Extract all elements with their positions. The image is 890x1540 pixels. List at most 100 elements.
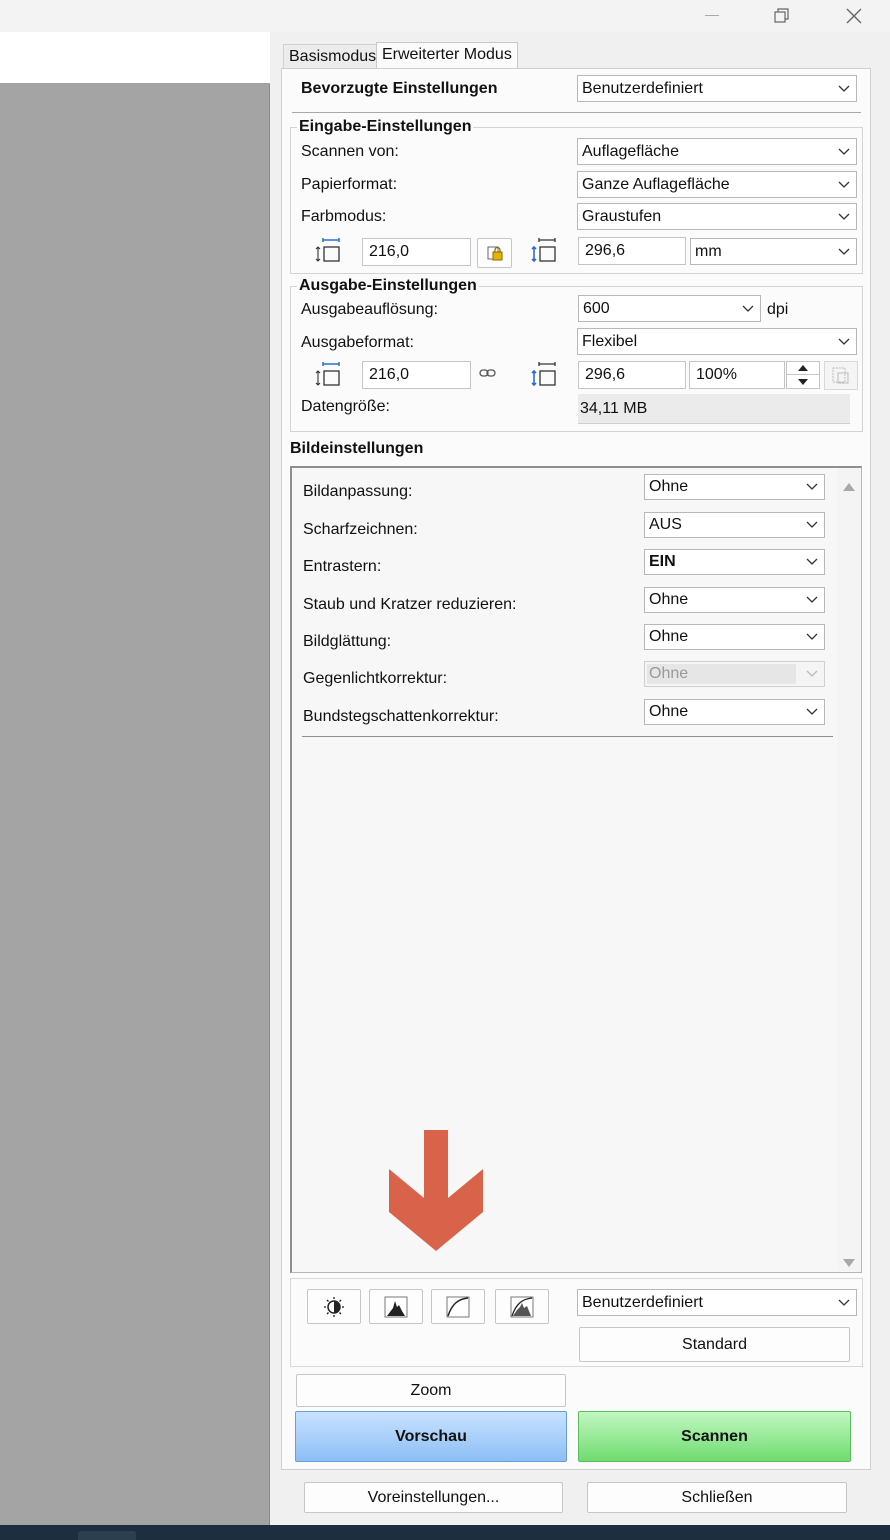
taskbar — [0, 1525, 890, 1540]
chevron-down-icon — [832, 139, 856, 164]
image-setting-value: EIN — [649, 553, 676, 570]
output-width-icon — [315, 362, 341, 388]
input-width-field[interactable]: 216,0 — [362, 238, 471, 266]
resolution-select[interactable]: 600 — [578, 295, 761, 322]
scale-stepper[interactable] — [786, 361, 820, 389]
image-setting-value: Ohne — [649, 591, 689, 608]
standard-button[interactable]: Standard — [579, 1327, 850, 1362]
output-format-label: Ausgabeformat: — [301, 334, 414, 351]
unit-value: mm — [695, 242, 722, 260]
chevron-down-icon — [832, 1290, 856, 1315]
image-setting-label: Gegenlichtkorrektur: — [303, 670, 448, 687]
image-setting-label: Bundstegschattenkorrektur: — [303, 708, 499, 725]
preferred-settings-label: Bevorzugte Einstellungen — [301, 80, 498, 97]
preferred-settings-select[interactable]: Benutzerdefiniert — [577, 75, 857, 102]
image-setting-select[interactable]: Ohne — [644, 624, 825, 650]
zoom-button[interactable]: Zoom — [296, 1374, 566, 1407]
output-width-field[interactable]: 216,0 — [362, 361, 471, 389]
minimize-icon[interactable] — [682, 0, 742, 32]
tone-preset-value: Benutzerdefiniert — [582, 1293, 703, 1311]
close-icon[interactable] — [824, 0, 884, 32]
tone-preset-select[interactable]: Benutzerdefiniert — [577, 1289, 857, 1316]
chevron-down-icon — [800, 475, 824, 499]
lock-icon — [487, 246, 502, 261]
chevron-down-icon — [736, 296, 760, 321]
stepper-down-icon[interactable] — [787, 375, 819, 388]
output-height-field[interactable]: 296,6 — [578, 361, 686, 389]
tab-basismodus[interactable]: Basismodus — [283, 44, 383, 70]
chevron-down-icon — [800, 662, 824, 686]
paper-format-select[interactable]: Ganze Auflagefläche — [577, 171, 857, 198]
image-settings-divider — [302, 736, 833, 737]
chevron-down-icon — [800, 625, 824, 649]
image-setting-select: Ohne — [644, 661, 825, 687]
output-format-select[interactable]: Flexibel — [577, 328, 857, 355]
chevron-down-icon — [832, 76, 856, 101]
image-setting-select[interactable]: AUS — [644, 512, 825, 538]
lock-aspect-button[interactable] — [477, 238, 512, 268]
resolution-unit: dpi — [767, 301, 789, 318]
link-icon[interactable] — [479, 366, 497, 380]
image-setting-label: Entrastern: — [303, 558, 382, 575]
scan-from-select[interactable]: Auflagefläche — [577, 138, 857, 165]
tone-curve-button[interactable] — [431, 1289, 485, 1324]
image-setting-select[interactable]: EIN — [644, 549, 825, 575]
brightness-contrast-icon — [324, 1296, 344, 1317]
image-setting-select[interactable]: Ohne — [644, 474, 825, 500]
histogram-icon — [384, 1296, 408, 1317]
scroll-down-icon[interactable] — [843, 1254, 855, 1272]
chevron-down-icon — [800, 550, 824, 574]
unit-select[interactable]: mm — [690, 238, 857, 265]
paper-format-value: Ganze Auflagefläche — [582, 175, 730, 193]
preview-button[interactable]: Vorschau — [295, 1411, 567, 1462]
tab-erweiterter-modus[interactable]: Erweiterter Modus — [376, 42, 518, 70]
image-settings-scrollbar[interactable] — [838, 468, 860, 1271]
tone-histogram-button[interactable] — [495, 1289, 549, 1324]
image-setting-value: Ohne — [649, 628, 689, 645]
color-mode-label: Farbmodus: — [301, 208, 387, 225]
color-mode-select[interactable]: Graustufen — [577, 203, 857, 230]
color-mode-value: Graustufen — [582, 207, 662, 225]
height-icon — [531, 238, 557, 264]
histogram-button[interactable] — [369, 1289, 423, 1324]
image-setting-select[interactable]: Ohne — [644, 587, 825, 613]
image-setting-label: Bildanpassung: — [303, 483, 413, 500]
output-settings-title: Ausgabe-Einstellungen — [297, 277, 479, 295]
chevron-down-icon — [800, 513, 824, 537]
taskbar-item[interactable] — [78, 1531, 136, 1540]
close-button[interactable]: Schließen — [587, 1482, 847, 1513]
chevron-down-icon — [832, 239, 856, 264]
input-settings-title: Eingabe-Einstellungen — [297, 118, 474, 136]
image-setting-select[interactable]: Ohne — [644, 699, 825, 725]
data-size-label: Datengröße: — [301, 398, 390, 415]
resolution-label: Ausgabeauflösung: — [301, 301, 438, 318]
image-setting-value: Ohne — [649, 478, 689, 495]
image-setting-value: Ohne — [649, 703, 689, 720]
chevron-down-icon — [832, 204, 856, 229]
output-height-icon — [531, 362, 557, 388]
trim-button[interactable] — [824, 361, 858, 390]
chevron-down-icon — [832, 172, 856, 197]
width-icon — [315, 238, 341, 264]
brightness-contrast-button[interactable] — [307, 1289, 361, 1324]
scan-button[interactable]: Scannen — [578, 1411, 851, 1462]
scan-from-label: Scannen von: — [301, 143, 399, 160]
data-size-value: 34,11 MB — [578, 394, 850, 424]
resolution-value: 600 — [583, 299, 610, 317]
presets-button[interactable]: Voreinstellungen... — [304, 1482, 563, 1513]
input-height-field[interactable]: 296,6 — [578, 237, 686, 265]
chevron-down-icon — [832, 329, 856, 354]
stepper-up-icon[interactable] — [787, 362, 819, 375]
down-arrow-annotation — [388, 1130, 484, 1252]
scale-field[interactable]: 100% — [689, 361, 785, 389]
trim-icon — [832, 367, 849, 383]
image-setting-label: Scharfzeichnen: — [303, 521, 418, 538]
preview-canvas[interactable] — [0, 84, 270, 1525]
scroll-up-icon[interactable] — [843, 478, 855, 496]
preview-toolbar-area — [0, 32, 270, 84]
restore-icon[interactable] — [752, 0, 812, 32]
preferred-settings-value: Benutzerdefiniert — [582, 79, 703, 97]
tone-curve-icon — [446, 1296, 470, 1317]
tone-histogram-icon — [510, 1296, 534, 1317]
chevron-down-icon — [800, 700, 824, 724]
